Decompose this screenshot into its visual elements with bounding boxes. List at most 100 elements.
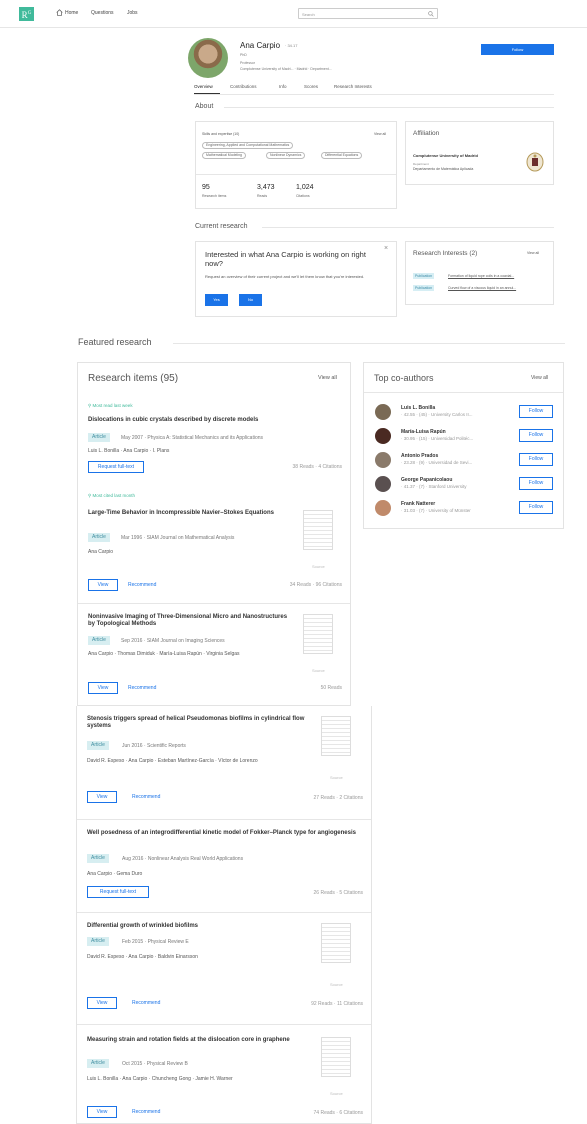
research-item-authors[interactable]: David R. Espeso · Ana Carpio · Esteban M… — [87, 758, 317, 765]
profile-name: Ana Carpio — [240, 41, 281, 50]
skills-view-all[interactable]: View all — [374, 132, 386, 136]
coauthor-follow-button[interactable]: Follow — [519, 477, 553, 490]
profile-institution: Complutense University of Madri... · Mad… — [240, 67, 332, 71]
coauthor-avatar[interactable] — [375, 428, 391, 444]
coauthor-meta: · 30.95 · (15) · Universidad Politéc... — [401, 436, 474, 441]
follow-button[interactable]: Follow — [481, 44, 554, 55]
research-item-thumbnail[interactable] — [321, 1037, 351, 1077]
research-item-title[interactable]: Well posedness of an integrodifferential… — [87, 830, 357, 837]
coauthor-follow-button[interactable]: Follow — [519, 405, 553, 418]
affiliation-card: Affiliation Complutense University of Ma… — [405, 121, 554, 185]
view-button[interactable]: View — [87, 997, 117, 1009]
coauthor-avatar[interactable] — [375, 476, 391, 492]
view-button[interactable]: View — [87, 1106, 117, 1118]
home-icon[interactable] — [56, 9, 63, 16]
recommend-link[interactable]: Recommend — [132, 1000, 160, 1006]
research-item-authors[interactable]: Luis L. Bonilla · Ana Carpio · Chuncheng… — [87, 1076, 327, 1083]
research-interest-link[interactable]: Formation of liquid rope coils in a coax… — [448, 274, 514, 278]
skills-label: Skills and expertise (10) — [202, 132, 240, 136]
research-item-title[interactable]: Noninvasive Imaging of Three-Dimensional… — [88, 614, 293, 628]
coauthor-avatar[interactable] — [375, 500, 391, 516]
search-input[interactable]: Search — [298, 8, 438, 19]
recommend-link[interactable]: Recommend — [132, 794, 160, 800]
coauthor-name[interactable]: María-Luisa Rapún — [401, 429, 446, 435]
recommend-link[interactable]: Recommend — [132, 1109, 160, 1115]
research-interests-view-all[interactable]: View all — [527, 251, 539, 255]
coauthor-name[interactable]: George Papanicolaou — [401, 477, 452, 483]
coauthors-divider — [364, 392, 563, 393]
view-button[interactable]: View — [87, 791, 117, 803]
coauthor-follow-button[interactable]: Follow — [519, 429, 553, 442]
research-item-thumbnail[interactable] — [321, 923, 351, 963]
research-items-view-all[interactable]: View all — [318, 375, 337, 381]
search-placeholder: Search — [302, 12, 315, 17]
tab-research-interests[interactable]: Research Interests — [334, 84, 372, 89]
article-tag: Article — [87, 854, 109, 863]
current-research-question: Interested in what Ana Carpio is working… — [205, 250, 366, 268]
nav-home[interactable]: Home — [65, 10, 78, 16]
coauthor-name[interactable]: Frank Natterer — [401, 501, 435, 507]
source-label: Source — [330, 1091, 343, 1096]
item-divider — [78, 603, 350, 604]
research-item-authors[interactable]: Ana Carpio · Gema Duro — [87, 871, 317, 878]
nav-questions[interactable]: Questions — [91, 10, 114, 16]
research-item-title[interactable]: Measuring strain and rotation fields at … — [87, 1037, 312, 1044]
research-item-stats: 38 Reads · 4 Citations — [292, 464, 342, 470]
recommend-link[interactable]: Recommend — [128, 582, 156, 588]
publication-tag: Publication — [413, 285, 435, 291]
skill-chip[interactable]: Nonlinear Dynamics — [266, 152, 306, 159]
coauthor-meta: · 23.28 · (9) · Universidad de Sevi... — [401, 460, 473, 465]
research-item-title[interactable]: Stenosis triggers spread of helical Pseu… — [87, 716, 312, 730]
coauthor-follow-button[interactable]: Follow — [519, 501, 553, 514]
yes-button[interactable]: Yes — [205, 294, 228, 306]
profile-avatar[interactable] — [188, 38, 228, 78]
nav-jobs[interactable]: Jobs — [127, 10, 138, 16]
request-full-text-button[interactable]: Request full-text — [87, 886, 149, 898]
view-button[interactable]: View — [88, 579, 118, 591]
researchgate-logo[interactable]: RG — [19, 7, 34, 21]
skill-chip[interactable]: Mathematical Modeling — [202, 152, 246, 159]
coauthor-avatar[interactable] — [375, 452, 391, 468]
coauthor-meta: · 42.55 · (45) · University Carlos II... — [401, 412, 473, 417]
tab-overview[interactable]: Overview — [194, 84, 213, 89]
research-interests-heading: Research Interests (2) — [413, 250, 478, 257]
research-item-authors[interactable]: David R. Espeso · Ana Carpio · Baldvin E… — [87, 954, 317, 961]
research-item-meta: Feb 2015 · Physical Review E — [122, 939, 189, 945]
skill-chip[interactable]: Engineering, Applied and Computational M… — [202, 142, 294, 149]
search-icon[interactable] — [428, 11, 434, 17]
top-coauthors-heading: Top co-authors — [374, 373, 434, 383]
most-read-badge: ⚲ Most read last week — [88, 403, 133, 408]
no-button[interactable]: No — [239, 294, 262, 306]
affiliation-university[interactable]: Complutense University of Madrid — [413, 153, 478, 158]
tab-info[interactable]: Info — [279, 84, 287, 89]
about-heading: About — [195, 103, 214, 110]
research-items-list-continued: Stenosis triggers spread of helical Pseu… — [76, 706, 372, 1124]
coauthor-avatar[interactable] — [375, 404, 391, 420]
research-item-thumbnail[interactable] — [303, 614, 333, 654]
affiliation-dept[interactable]: Departamento de Matemática Aplicada — [413, 167, 473, 171]
research-item-authors[interactable]: Luis L. Bonilla · Ana Carpio · I. Plans — [88, 448, 288, 455]
research-item-stats: 74 Reads · 6 Citations — [313, 1110, 363, 1116]
coauthor-name[interactable]: Luis L. Bonilla — [401, 405, 435, 411]
current-research-heading: Current research — [195, 223, 248, 230]
research-item-title[interactable]: Differential growth of wrinkled biofilms — [87, 923, 312, 930]
research-item-thumbnail[interactable] — [303, 510, 333, 550]
research-interest-link[interactable]: Curved flow of a viscous liquid in an an… — [448, 286, 516, 290]
stat-research-items-value: 95 — [202, 184, 210, 191]
view-button[interactable]: View — [88, 682, 118, 694]
coauthors-view-all[interactable]: View all — [531, 375, 548, 381]
research-item-authors[interactable]: Ana Carpio · Thomas Dimiduk · María-Luis… — [88, 651, 278, 658]
coauthor-follow-button[interactable]: Follow — [519, 453, 553, 466]
request-full-text-button[interactable]: Request full-text — [88, 461, 144, 473]
article-tag: Article — [87, 1059, 109, 1068]
tab-scores[interactable]: Scores — [304, 84, 318, 89]
research-item-thumbnail[interactable] — [321, 716, 351, 756]
about-card: Skills and expertise (10) View all Engin… — [195, 121, 397, 209]
recommend-link[interactable]: Recommend — [128, 685, 156, 691]
skill-chip[interactable]: Differential Equations — [321, 152, 363, 159]
research-item-title[interactable]: Large-Time Behavior in Incompressible Na… — [88, 510, 288, 517]
tab-contributions[interactable]: Contributions — [230, 84, 257, 89]
research-item-title[interactable]: Dislocations in cubic crystals described… — [88, 417, 338, 424]
research-item-authors[interactable]: Ana Carpio — [88, 549, 288, 556]
coauthor-name[interactable]: Antonio Prados — [401, 453, 438, 459]
